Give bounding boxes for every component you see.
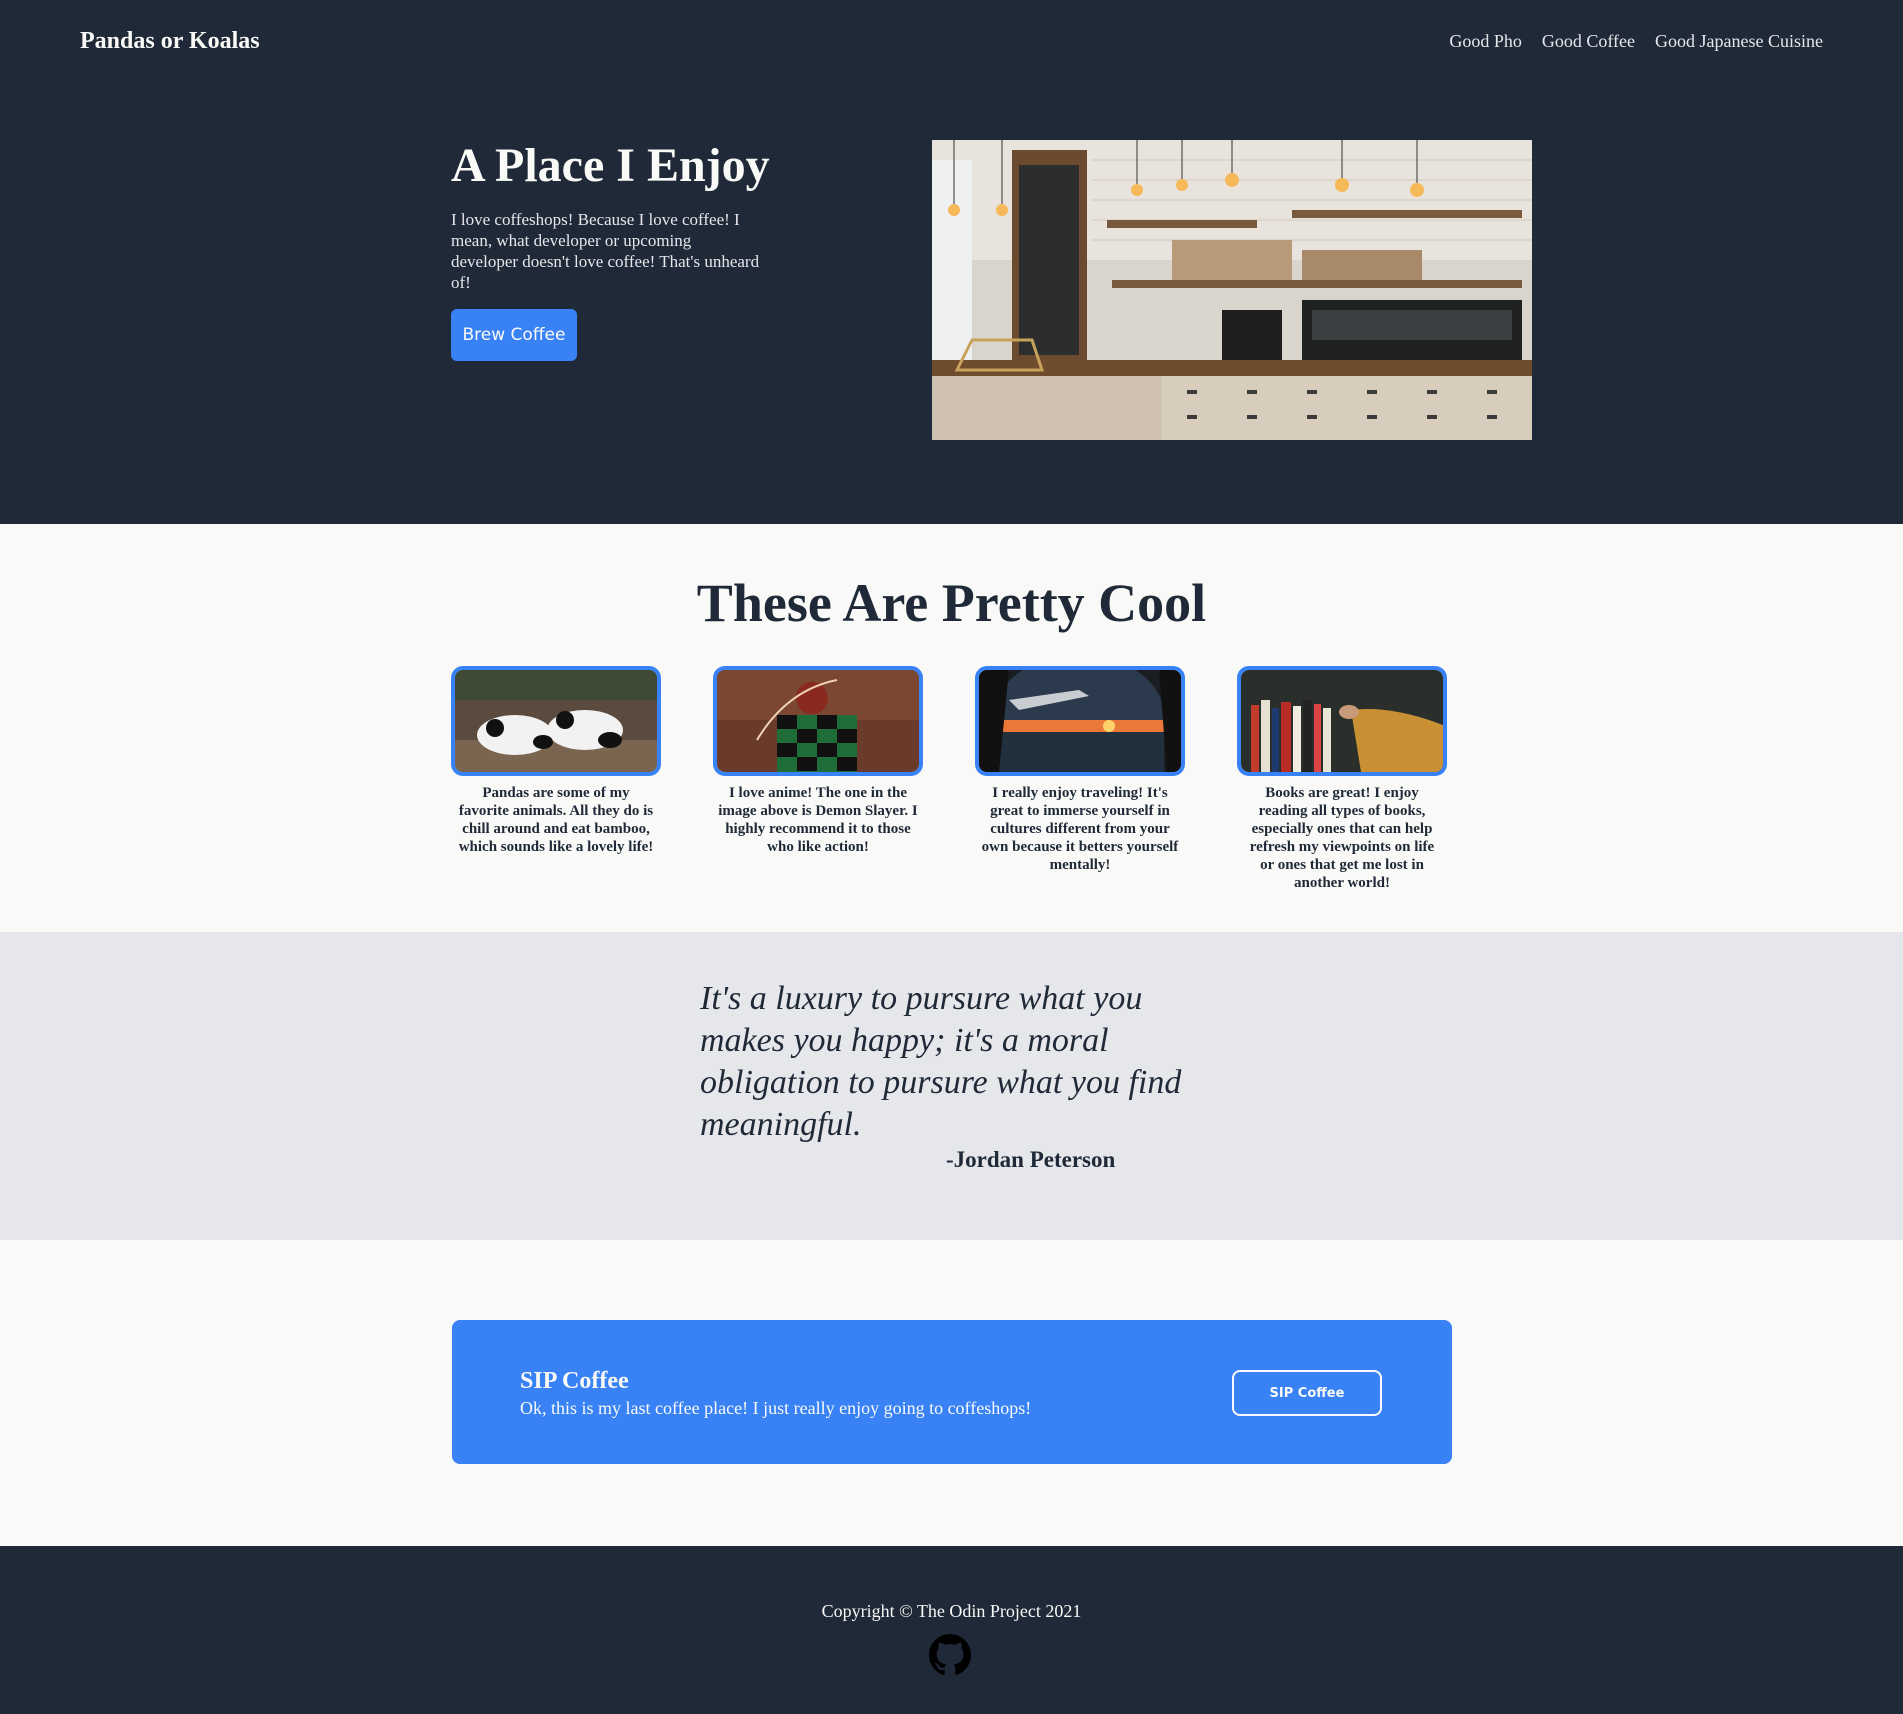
- hero: A Place I Enjoy I love coffeshops! Becau…: [451, 139, 1532, 440]
- card-books: Books are great! I enjoy reading all typ…: [1237, 666, 1447, 892]
- anime-image: [713, 666, 923, 776]
- footer: Copyright © The Odin Project 2021: [0, 1546, 1903, 1714]
- quote-text: It's a luxury to pursure what you makes …: [700, 980, 1182, 1143]
- coffee-shop-image: [932, 140, 1532, 440]
- cta-description: Ok, this is my last coffee place! I just…: [520, 1398, 1032, 1418]
- card-text-anime: I love anime! The one in the image above…: [718, 785, 918, 855]
- navbar: Pandas or Koalas Good Pho Good Coffee Go…: [80, 28, 1823, 55]
- cta-section: SIP Coffee Ok, this is my last coffee pl…: [0, 1240, 1903, 1546]
- hero-text: A Place I Enjoy I love coffeshops! Becau…: [451, 139, 781, 440]
- nav-links: Good Pho Good Coffee Good Japanese Cuisi…: [1449, 31, 1823, 52]
- cool-title: These Are Pretty Cool: [696, 573, 1207, 633]
- card-pandas: Pandas are some of my favorite animals. …: [451, 666, 661, 892]
- quote-section: It's a luxury to pursure what you makes …: [0, 932, 1903, 1240]
- nav-link-good-japanese-cuisine[interactable]: Good Japanese Cuisine: [1655, 31, 1823, 52]
- card-anime: I love anime! The one in the image above…: [713, 666, 923, 892]
- hero-title: A Place I Enjoy: [451, 139, 770, 192]
- copyright: Copyright © The Odin Project 2021: [821, 1601, 1082, 1621]
- nav-link-good-pho[interactable]: Good Pho: [1449, 31, 1522, 52]
- cta-title: SIP Coffee: [520, 1368, 629, 1394]
- airplane-window-image: [975, 666, 1185, 776]
- cards: Pandas are some of my favorite animals. …: [451, 666, 1447, 892]
- quote-author: -Jordan Peterson: [946, 1147, 1116, 1172]
- brew-coffee-button[interactable]: Brew Coffee: [451, 308, 577, 361]
- github-icon[interactable]: [929, 1634, 971, 1676]
- top-section: Pandas or Koalas Good Pho Good Coffee Go…: [0, 0, 1903, 524]
- cta-box: SIP Coffee Ok, this is my last coffee pl…: [452, 1320, 1452, 1464]
- card-text-pandas: Pandas are some of my favorite animals. …: [458, 785, 654, 855]
- logo[interactable]: Pandas or Koalas: [80, 28, 260, 55]
- hero-description: I love coffeshops! Because I love coffee…: [451, 209, 760, 292]
- books-image: [1237, 666, 1447, 776]
- nav-link-good-coffee[interactable]: Good Coffee: [1542, 31, 1635, 52]
- card-text-books: Books are great! I enjoy reading all typ…: [1249, 785, 1435, 891]
- sip-coffee-button[interactable]: SIP Coffee: [1232, 1370, 1382, 1416]
- cool-section: These Are Pretty Cool Pandas are some of…: [0, 524, 1903, 932]
- pandas-image: [451, 666, 661, 776]
- card-text-travel: I really enjoy traveling! It's great to …: [981, 785, 1179, 873]
- card-travel: I really enjoy traveling! It's great to …: [975, 666, 1185, 892]
